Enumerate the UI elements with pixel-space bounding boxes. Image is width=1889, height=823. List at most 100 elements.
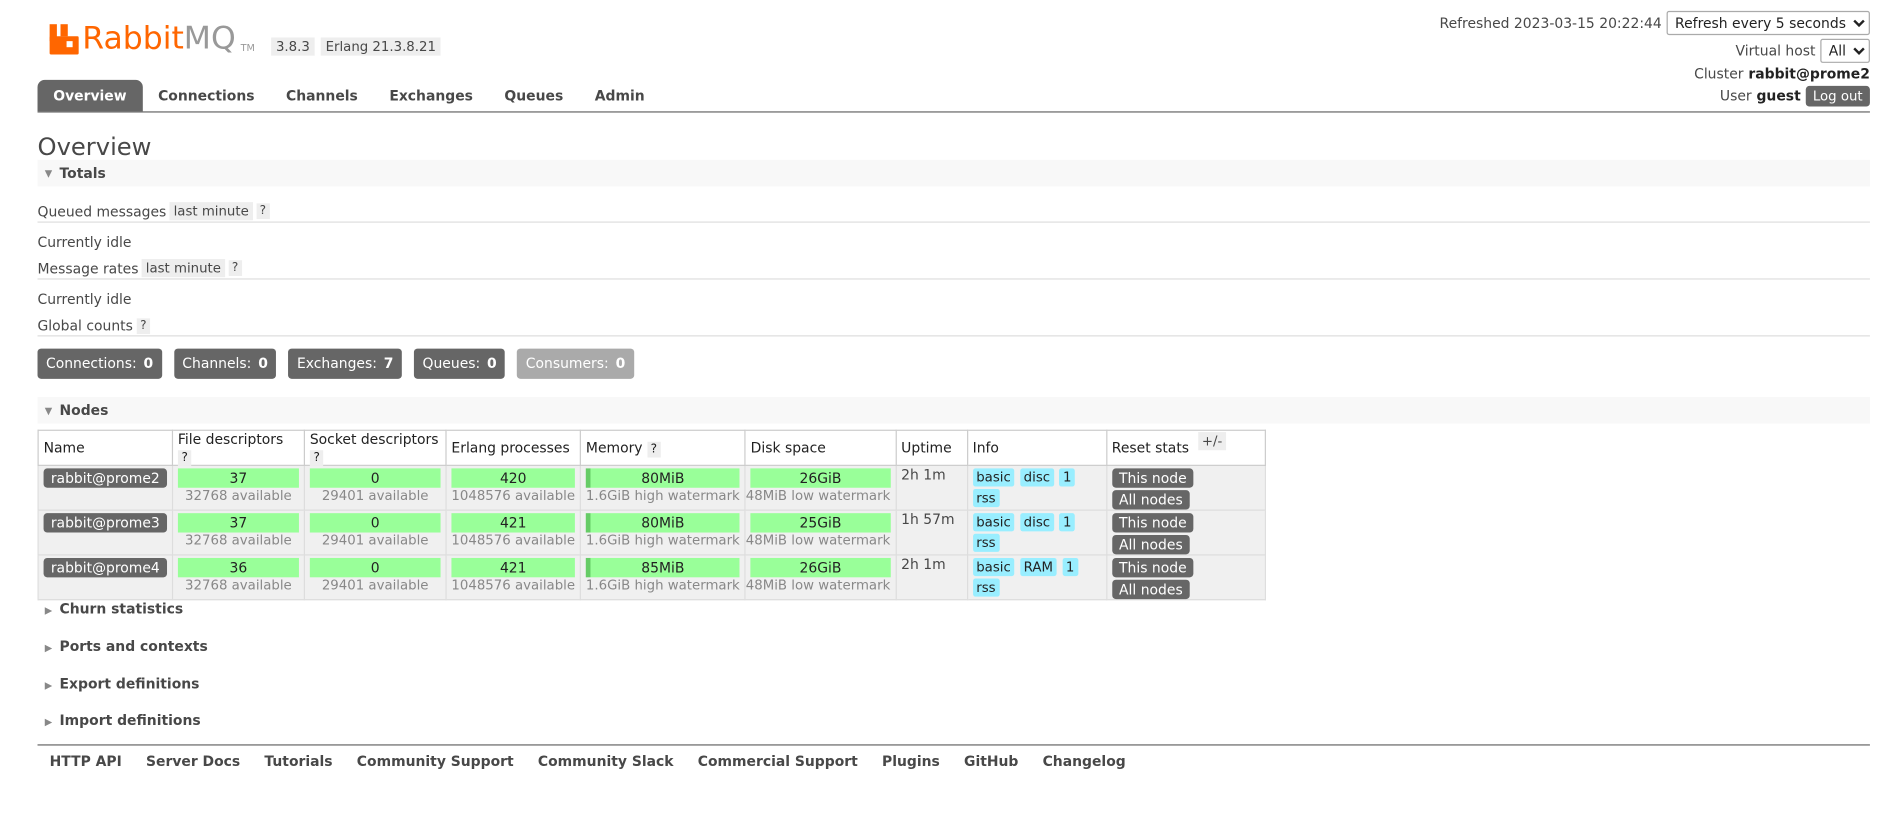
- caret-down-icon: ▼: [44, 167, 53, 179]
- footer-link-server-docs[interactable]: Server Docs: [146, 753, 240, 770]
- info-tag: 1: [1059, 513, 1076, 532]
- fd-available: 32768 available: [185, 487, 292, 504]
- divider: [37, 335, 1870, 337]
- footer-link-plugins[interactable]: Plugins: [882, 753, 940, 770]
- node-name-link[interactable]: rabbit@prome3: [43, 513, 168, 533]
- refresh-interval-select[interactable]: Refresh every 5 seconds: [1666, 10, 1870, 35]
- reset-this-node-button[interactable]: This node: [1111, 468, 1194, 488]
- queued-messages-row: Queued messages last minute ?: [38, 202, 270, 221]
- memory-watermark: 1.6GiB high watermark: [585, 577, 740, 594]
- footer-link-commercial-support[interactable]: Commercial Support: [698, 753, 858, 770]
- info-tag: basic: [972, 468, 1015, 487]
- tab-overview[interactable]: Overview: [37, 79, 143, 112]
- main-nav-tabs: Overview Connections Channels Exchanges …: [37, 79, 1870, 113]
- caret-right-icon: ▶: [44, 642, 53, 654]
- section-ports-toggle[interactable]: ▶ Ports and contexts: [38, 638, 208, 655]
- global-counts-label: Global counts: [37, 317, 133, 335]
- footer-link-github[interactable]: GitHub: [964, 753, 1018, 770]
- footer-link-community-support[interactable]: Community Support: [357, 753, 514, 770]
- count-queues[interactable]: Queues: 0: [414, 348, 506, 379]
- ep-available: 1048576 available: [451, 487, 576, 504]
- rabbitmq-logo[interactable]: RabbitMQ TM: [48, 20, 255, 57]
- info-tag: rss: [972, 488, 1000, 508]
- fd-used-bar: 37: [177, 468, 299, 488]
- rabbitmq-logo-icon: [48, 22, 79, 56]
- rates-help-button[interactable]: ?: [228, 260, 242, 276]
- footer-link-tutorials[interactable]: Tutorials: [264, 753, 332, 770]
- page-title: Overview: [37, 131, 152, 161]
- col-file-descriptors: File descriptors ?: [171, 429, 305, 466]
- info-tag: basic: [972, 513, 1015, 532]
- footer-link-community-slack[interactable]: Community Slack: [538, 753, 674, 770]
- count-consumers[interactable]: Consumers: 0: [517, 348, 634, 379]
- info-tag: rss: [972, 533, 1000, 552]
- disk-bar: 26GiB: [750, 557, 891, 578]
- memory-bar: 80MiB: [585, 513, 740, 533]
- ep-available: 1048576 available: [451, 532, 576, 549]
- tab-admin[interactable]: Admin: [579, 80, 660, 111]
- section-import-toggle[interactable]: ▶ Import definitions: [38, 712, 201, 729]
- reset-all-nodes-button[interactable]: All nodes: [1111, 579, 1190, 600]
- memory-help-button[interactable]: ?: [646, 441, 661, 458]
- global-counts-row: Global counts ?: [38, 317, 151, 334]
- footer-link-http-api[interactable]: HTTP API: [50, 753, 122, 770]
- message-rates-row: Message rates last minute ?: [38, 259, 242, 278]
- refreshed-label: Refreshed 2023-03-15 20:22:44: [1439, 13, 1662, 31]
- divider: [37, 278, 1870, 280]
- disk-watermark: 48MiB low watermark: [745, 487, 891, 504]
- count-exchanges[interactable]: Exchanges: 7: [288, 348, 402, 379]
- global-help-button[interactable]: ?: [136, 317, 151, 334]
- memory-watermark: 1.6GiB high watermark: [585, 487, 740, 504]
- table-row: rabbit@prome2 37 32768 available 0 29401 a…: [37, 464, 1266, 511]
- col-socket-descriptors: Socket descriptors ?: [303, 429, 447, 466]
- logo-rabbit-text: Rabbit: [82, 20, 184, 57]
- section-totals-toggle[interactable]: ▼ Totals: [37, 159, 1870, 187]
- column-toggle-button[interactable]: +/-: [1198, 432, 1226, 451]
- reset-all-nodes-button[interactable]: All nodes: [1111, 534, 1190, 555]
- section-churn-toggle[interactable]: ▶ Churn statistics: [38, 600, 183, 617]
- info-tags: basic disc 1 rss: [966, 509, 1107, 556]
- reset-this-node-button[interactable]: This node: [1111, 513, 1194, 533]
- queued-range-selector[interactable]: last minute: [169, 202, 253, 221]
- section-nodes-toggle[interactable]: ▼ Nodes: [37, 396, 1870, 424]
- section-nodes-title: Nodes: [59, 401, 109, 419]
- count-connections[interactable]: Connections: 0: [37, 348, 162, 379]
- section-totals-title: Totals: [59, 164, 106, 182]
- global-counts: Connections: 0 Channels: 0 Exchanges: 7 …: [37, 348, 634, 379]
- reset-all-nodes-button[interactable]: All nodes: [1111, 490, 1190, 510]
- rates-range-selector[interactable]: last minute: [142, 259, 225, 278]
- ep-used-bar: 421: [451, 513, 576, 533]
- disk-watermark: 48MiB low watermark: [745, 532, 891, 549]
- tab-queues[interactable]: Queues: [489, 80, 579, 111]
- node-name-link[interactable]: rabbit@prome4: [43, 557, 168, 578]
- divider: [37, 221, 1870, 223]
- info-tag: 1: [1059, 468, 1076, 487]
- node-name-link[interactable]: rabbit@prome2: [43, 468, 168, 488]
- tab-channels[interactable]: Channels: [270, 80, 373, 111]
- info-tag: disc: [1020, 513, 1054, 532]
- footer-link-changelog[interactable]: Changelog: [1043, 753, 1126, 770]
- sd-available: 29401 available: [321, 577, 429, 594]
- tab-exchanges[interactable]: Exchanges: [374, 80, 489, 111]
- table-row: rabbit@prome4 36 32768 available 0 29401 a…: [37, 554, 1266, 601]
- logo-tm: TM: [240, 42, 255, 54]
- count-channels[interactable]: Channels: 0: [173, 348, 277, 379]
- tab-connections[interactable]: Connections: [142, 80, 270, 111]
- version-badge: 3.8.3: [271, 37, 315, 56]
- caret-right-icon: ▶: [44, 680, 53, 692]
- info-tag: disc: [1020, 468, 1054, 487]
- memory-bar: 80MiB: [585, 468, 740, 488]
- sd-help-button[interactable]: ?: [309, 450, 324, 466]
- vhost-select[interactable]: All: [1820, 38, 1870, 63]
- info-tags: basic RAM 1 rss: [966, 554, 1107, 601]
- fd-available: 32768 available: [185, 532, 292, 549]
- reset-this-node-button[interactable]: This node: [1111, 557, 1194, 578]
- col-info: Info: [966, 429, 1107, 466]
- caret-right-icon: ▶: [44, 716, 53, 728]
- caret-right-icon: ▶: [44, 605, 53, 617]
- fd-help-button[interactable]: ?: [177, 450, 192, 466]
- rates-idle-text: Currently idle: [37, 290, 132, 308]
- section-export-toggle[interactable]: ▶ Export definitions: [38, 675, 200, 692]
- disk-watermark: 48MiB low watermark: [745, 577, 891, 594]
- queued-help-button[interactable]: ?: [256, 203, 270, 220]
